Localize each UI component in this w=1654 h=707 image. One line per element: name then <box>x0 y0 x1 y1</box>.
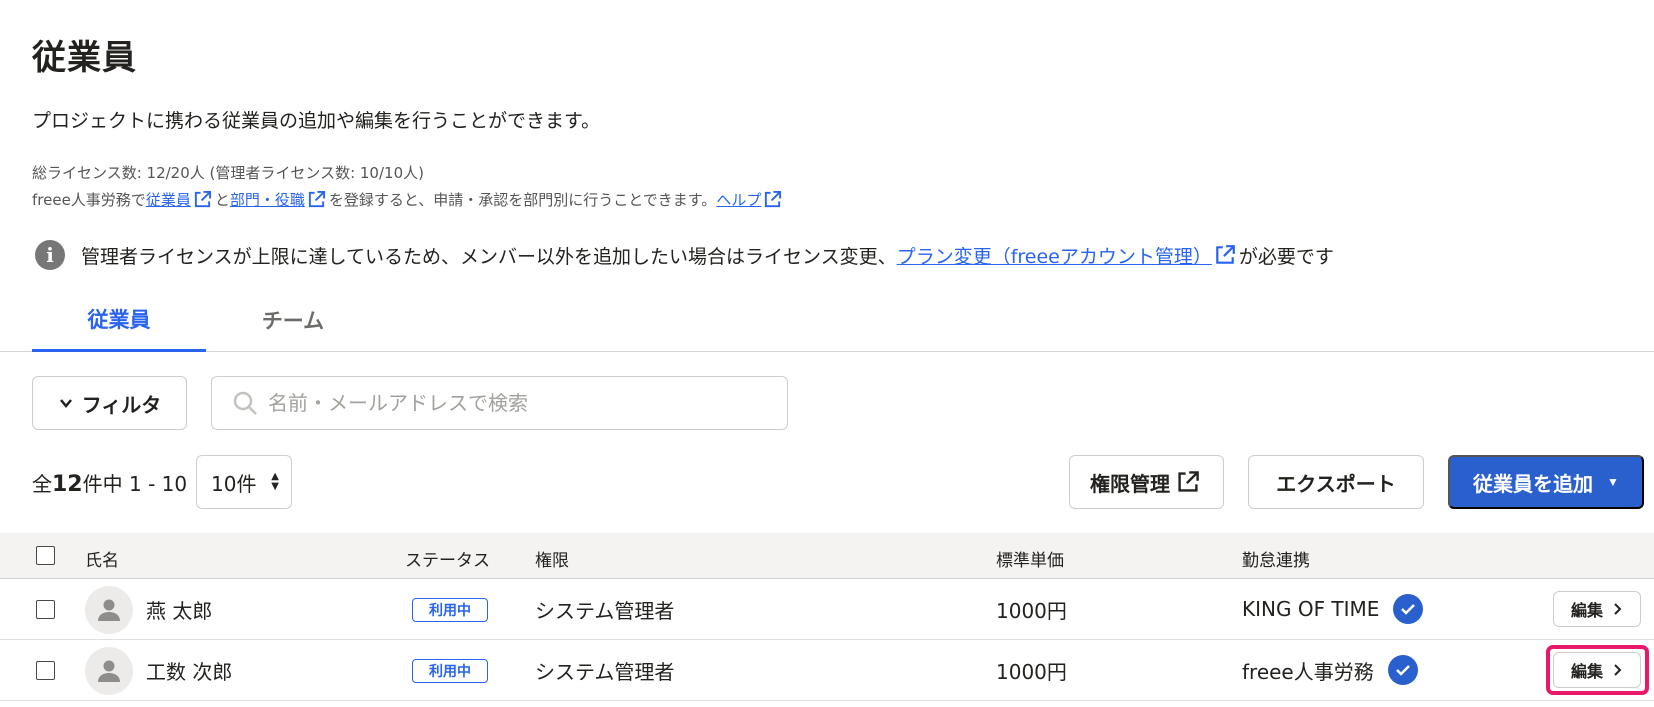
edit-button[interactable]: 編集 <box>1553 652 1641 688</box>
caret-down-icon: ▼ <box>1607 475 1619 489</box>
avatar <box>85 586 133 634</box>
employees-link[interactable]: 従業員 <box>146 189 191 210</box>
count-prefix: 全 <box>32 472 52 496</box>
attendance-service: freee人事労務 <box>1242 659 1374 684</box>
export-button[interactable]: エクスポート <box>1248 455 1424 509</box>
employee-role: システム管理者 <box>535 598 675 623</box>
header-name: 氏名 <box>85 551 119 571</box>
count-suffix: 件中 1 - 10 <box>82 472 188 496</box>
add-employee-label: 従業員を追加 <box>1473 473 1594 496</box>
attendance-integration: freee人事労務 <box>1242 640 1418 700</box>
employee-name: 燕 太郎 <box>146 598 213 623</box>
attendance-service: KING OF TIME <box>1242 597 1380 621</box>
search-box[interactable] <box>211 376 788 430</box>
page-title: 従業員 <box>32 38 137 78</box>
tab-team[interactable]: チーム <box>206 288 380 352</box>
table-row: 燕 太郎 利用中 システム管理者 1000円 KING OF TIME 編集 <box>0 579 1654 640</box>
departments-link[interactable]: 部門・役職 <box>230 189 305 210</box>
status-badge: 利用中 <box>412 598 488 622</box>
hr-note-prefix: freee人事労務で <box>32 191 146 209</box>
external-link-icon[interactable] <box>307 190 326 209</box>
header-status: ステータス <box>405 551 490 571</box>
chevron-right-icon <box>1614 603 1622 615</box>
hr-note-suffix: を登録すると、申請・承認を部門別に行うことできます。 <box>328 191 717 209</box>
external-link-icon[interactable] <box>193 190 212 209</box>
check-circle-icon <box>1393 594 1424 624</box>
employee-name: 工数 次郎 <box>146 659 233 684</box>
header-unit-price: 標準単価 <box>996 551 1064 571</box>
table-header: 氏名 ステータス 権限 標準単価 勤怠連携 <box>0 533 1654 579</box>
page-description: プロジェクトに携わる従業員の追加や編集を行うことができます。 <box>32 110 601 132</box>
avatar <box>85 647 133 695</box>
help-link[interactable]: ヘルプ <box>716 189 761 210</box>
permission-management-button[interactable]: 権限管理 <box>1069 455 1224 509</box>
chevron-down-icon <box>59 399 72 408</box>
select-arrows-icon: ▲ ▼ <box>271 471 279 492</box>
person-icon <box>98 599 120 621</box>
status-badge: 利用中 <box>412 659 488 683</box>
search-input[interactable] <box>268 391 748 415</box>
count-total: 12 <box>52 472 83 497</box>
external-link-icon <box>1178 471 1199 492</box>
hr-note-mid: と <box>214 191 230 209</box>
edit-button[interactable]: 編集 <box>1553 591 1641 627</box>
filter-label: フィルタ <box>81 394 162 417</box>
check-circle-icon <box>1387 655 1418 685</box>
employee-role: システム管理者 <box>535 659 675 684</box>
tab-bar: 従業員 チーム <box>0 288 1654 352</box>
table-row: 工数 次郎 利用中 システム管理者 1000円 freee人事労務 編集 <box>0 640 1654 701</box>
license-info: 総ライセンス数: 12/20人 (管理者ライセンス数: 10/10人) <box>32 164 424 182</box>
per-page-select[interactable]: 10件 ▲ ▼ <box>196 455 292 509</box>
info-icon: i <box>35 240 65 270</box>
permission-label: 権限管理 <box>1090 473 1170 496</box>
notice-text: 管理者ライセンスが上限に達しているため、メンバー以外を追加したい場合はライセンス… <box>81 245 897 268</box>
external-link-icon[interactable] <box>1214 244 1236 266</box>
employee-unit-price: 1000円 <box>996 598 1067 623</box>
select-all-checkbox[interactable] <box>36 546 55 565</box>
row-checkbox[interactable] <box>36 600 55 619</box>
chevron-right-icon <box>1614 664 1622 676</box>
filter-button[interactable]: フィルタ <box>32 376 187 430</box>
hr-registration-note: freee人事労務で 従業員 と 部門・役職 を登録すると、申請・承認を部門別に… <box>32 189 785 210</box>
per-page-value: 10件 <box>211 471 257 496</box>
employee-unit-price: 1000円 <box>996 659 1067 684</box>
row-checkbox[interactable] <box>36 661 55 680</box>
license-limit-notice: i 管理者ライセンスが上限に達しているため、メンバー以外を追加したい場合はライセ… <box>35 240 1334 270</box>
person-icon <box>98 660 120 682</box>
plan-change-link[interactable]: プラン変更（freeeアカウント管理） <box>897 242 1212 269</box>
edit-label: 編集 <box>1570 603 1603 620</box>
attendance-integration: KING OF TIME <box>1242 579 1424 639</box>
edit-label: 編集 <box>1570 664 1603 681</box>
search-icon <box>233 391 257 415</box>
result-count: 全 12 件中 1 - 10 <box>32 468 187 497</box>
header-role: 権限 <box>535 551 569 571</box>
external-link-icon[interactable] <box>763 190 782 209</box>
notice-suffix: が必要です <box>1238 245 1334 268</box>
tab-employees[interactable]: 従業員 <box>32 288 206 352</box>
header-attendance: 勤怠連携 <box>1242 551 1310 571</box>
add-employee-button[interactable]: 従業員を追加 ▼ <box>1448 455 1644 509</box>
